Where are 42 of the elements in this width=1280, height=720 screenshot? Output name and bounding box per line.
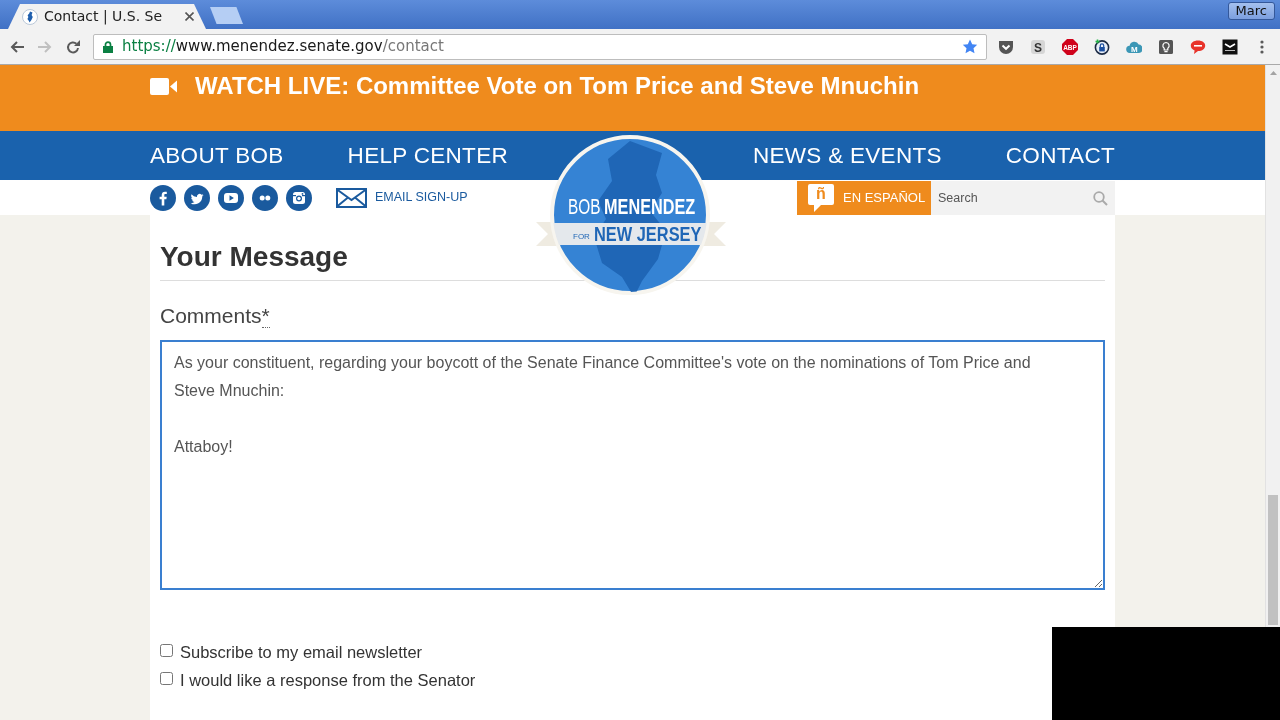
nav-link[interactable]: HELP CENTER <box>347 138 508 173</box>
checkbox-label: I would like a response from the Senator <box>180 669 476 691</box>
chevron-shield-icon[interactable] <box>998 38 1014 55</box>
email-signup-link[interactable]: EMAIL SIGN-UP <box>336 187 468 208</box>
favicon-icon <box>22 8 38 25</box>
logo-last-name: MENENDEZ <box>604 193 696 219</box>
nav-link[interactable]: ABOUT BOB <box>150 138 284 173</box>
form-heading: Your Message <box>160 240 349 274</box>
comments-field[interactable]: As your constituent, regarding your boycott of the Senate Finance Committee's vote on the nominations of Tom Price and Steve Mnuchin: Attaboy! <box>160 340 1105 590</box>
flickr-icon[interactable] <box>252 184 278 211</box>
checkbox[interactable] <box>160 671 173 685</box>
facebook-icon[interactable] <box>150 184 176 211</box>
reload-icon[interactable] <box>65 38 81 55</box>
checkbox-label: Subscribe to my email newsletter <box>180 641 423 663</box>
lightbulb-icon[interactable] <box>1158 38 1174 55</box>
letter-s-icon[interactable]: S <box>1030 38 1046 55</box>
envelope-icon <box>336 187 367 208</box>
logo-state-name: NEW JERSEY <box>594 222 702 246</box>
speech-bubble-icon: ñ <box>808 183 834 212</box>
comments-label: Comments* <box>160 303 270 329</box>
nav-link[interactable]: NEWS & EVENTS <box>752 138 942 173</box>
star-icon[interactable] <box>962 39 978 54</box>
close-icon[interactable] <box>185 12 194 21</box>
youtube-icon[interactable] <box>218 184 244 211</box>
speech-bubble-icon[interactable] <box>1190 38 1206 55</box>
twitter-icon[interactable] <box>184 184 210 211</box>
instagram-icon[interactable] <box>286 184 312 211</box>
logo-first-name: BOB <box>568 194 601 219</box>
nav-link[interactable]: CONTACT <box>1005 138 1115 173</box>
profile-button[interactable]: Marc <box>1227 2 1275 20</box>
address-bar[interactable]: https://www.menendez.senate.gov/contact <box>93 33 987 60</box>
tile-icon[interactable] <box>1222 38 1238 55</box>
search-field[interactable]: Search <box>931 180 1115 215</box>
scrollbar-thumb[interactable] <box>1268 495 1278 625</box>
video-camera-icon <box>150 77 177 95</box>
new-tab-button[interactable] <box>210 7 243 24</box>
back-icon[interactable] <box>9 38 25 55</box>
menu-icon[interactable] <box>1260 39 1264 54</box>
browser-tab[interactable]: Contact | U.S. Se <box>8 4 206 29</box>
padlock-ring-icon[interactable] <box>1094 38 1110 55</box>
checkbox[interactable] <box>160 643 173 657</box>
logo-for-text: FOR <box>573 232 590 241</box>
